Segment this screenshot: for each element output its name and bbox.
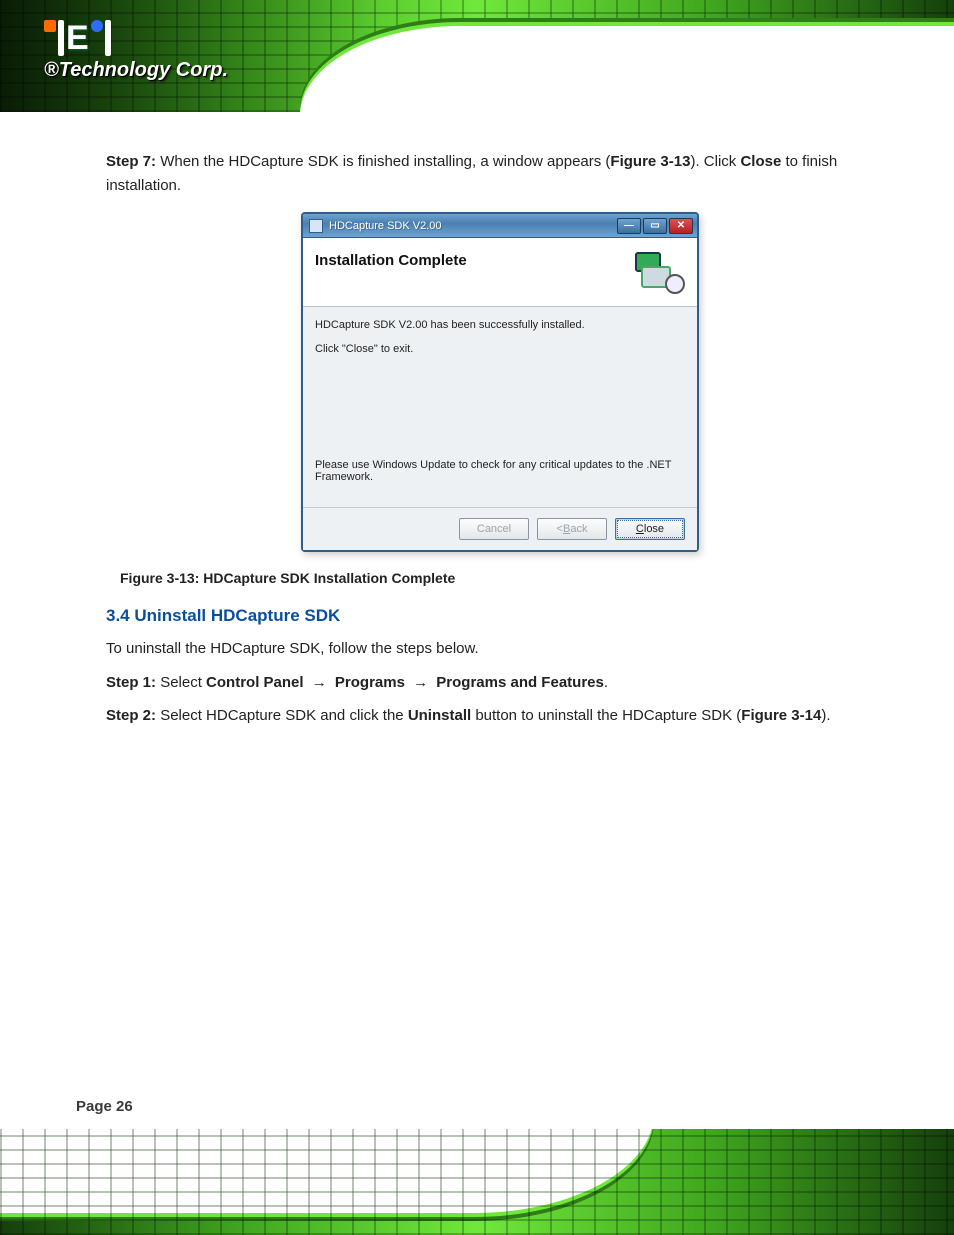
installer-footer: Cancel < Back Close (303, 507, 697, 550)
step1-e: . (604, 674, 608, 691)
back-button[interactable]: < Back (537, 518, 607, 540)
footer-pcb-texture (0, 1129, 954, 1235)
installer-icon (309, 219, 323, 233)
header-banner: E ®Technology Corp. (0, 0, 954, 112)
window-close-button[interactable]: ✕ (669, 218, 693, 234)
section-3-4-intro: To uninstall the HDCapture SDK, follow t… (106, 636, 894, 662)
minimize-button[interactable]: — (617, 218, 641, 234)
step2-a: Select HDCapture SDK and click the (160, 707, 408, 724)
header-swoosh (300, 26, 954, 112)
page-number: Page 26 (76, 1098, 133, 1115)
uninstall-step1: Step 1: Select Control Panel → Programs … (106, 670, 894, 696)
step2-fig: Figure 3-14 (741, 707, 821, 724)
step2-label: Step 2: (106, 707, 156, 724)
step1-a: Select (160, 674, 206, 691)
logo: E ®Technology Corp. (44, 20, 228, 80)
installer-line1: HDCapture SDK V2.00 has been successfull… (315, 319, 685, 331)
arrow-icon: → (409, 674, 432, 691)
arrow-icon: → (308, 674, 331, 691)
step7-figref: Figure 3-13 (610, 153, 690, 170)
footer-banner (0, 1129, 954, 1235)
step2-c: button to uninstall the HDCapture SDK ( (471, 707, 741, 724)
figure-3-13-caption: Figure 3-13: HDCapture SDK Installation … (120, 570, 894, 586)
window-controls: — ▭ ✕ (617, 218, 693, 234)
section-3-4-heading: 3.4 Uninstall HDCapture SDK (106, 606, 894, 626)
logo-iei-icon: E (44, 20, 228, 56)
installer-window: HDCapture SDK V2.00 — ▭ ✕ Installation C… (301, 212, 699, 552)
step1-c: Programs (335, 674, 405, 691)
step1-d: Programs and Features (436, 674, 604, 691)
step1-label: Step 1: (106, 674, 156, 691)
window-titlebar: HDCapture SDK V2.00 — ▭ ✕ (303, 214, 697, 238)
installer-line2: Click "Close" to exit. (315, 343, 685, 355)
installer-note: Please use Windows Update to check for a… (315, 459, 685, 483)
page-content: Step 7: When the HDCapture SDK is finish… (106, 150, 894, 737)
step7-text-a: When the HDCapture SDK is finished insta… (160, 153, 610, 170)
setup-graphic-icon (635, 252, 685, 294)
window-title: HDCapture SDK V2.00 (309, 219, 442, 233)
close-button[interactable]: Close (615, 518, 685, 540)
cancel-button[interactable]: Cancel (459, 518, 529, 540)
step7-text-b: ). Click (690, 153, 740, 170)
step2-b: Uninstall (408, 707, 471, 724)
installer-header: Installation Complete (303, 238, 697, 307)
uninstall-step2: Step 2: Select HDCapture SDK and click t… (106, 703, 894, 729)
step2-d: ). (821, 707, 830, 724)
step7-label: Step 7: (106, 153, 156, 170)
step1-b: Control Panel (206, 674, 304, 691)
window-title-text: HDCapture SDK V2.00 (329, 220, 442, 232)
figure-3-13: HDCapture SDK V2.00 — ▭ ✕ Installation C… (106, 212, 894, 552)
step7-paragraph: Step 7: When the HDCapture SDK is finish… (106, 150, 894, 198)
step7-btn: Close (740, 153, 781, 170)
installer-heading: Installation Complete (315, 252, 467, 269)
installer-body: HDCapture SDK V2.00 has been successfull… (303, 307, 697, 507)
maximize-button[interactable]: ▭ (643, 218, 667, 234)
logo-subtitle: ®Technology Corp. (44, 60, 228, 80)
